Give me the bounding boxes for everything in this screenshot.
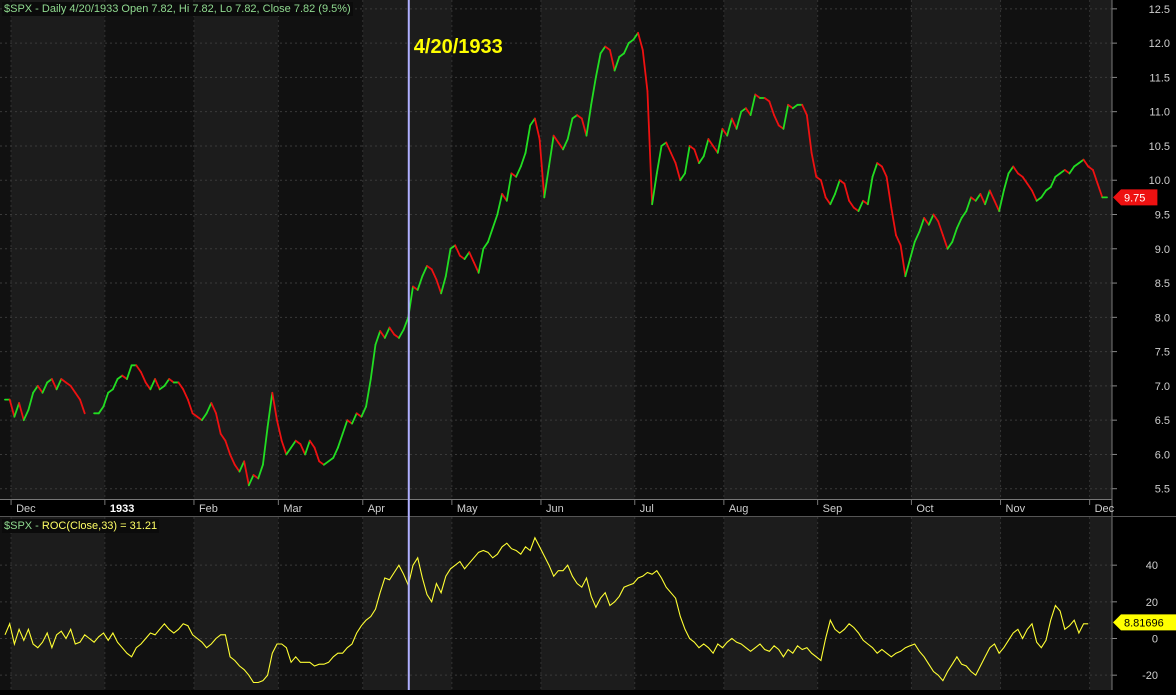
roc-tick-label: 0 — [1152, 634, 1158, 646]
last-price-badge-text: 9.75 — [1124, 192, 1145, 204]
price-month-band — [278, 0, 363, 499]
price-month-band — [723, 0, 818, 499]
price-tick-label: 8.0 — [1155, 312, 1170, 324]
price-tick-label: 11.0 — [1149, 107, 1170, 119]
price-tick-label: 7.5 — [1155, 347, 1170, 359]
month-label: Sep — [823, 503, 843, 515]
roc-month-band — [193, 517, 279, 690]
roc-month-band — [1000, 517, 1090, 690]
price-month-band — [11, 0, 105, 499]
month-label: Mar — [283, 503, 302, 515]
price-tick-label: 6.5 — [1155, 415, 1170, 427]
price-month-band — [0, 0, 12, 499]
chart-canvas: 5.5 6.0 6.5 7.0 7.5 8.0 8.5 9.0 9.5 10.0 10.5 11.0 1… — [0, 0, 1176, 690]
roc-month-band — [723, 517, 818, 690]
roc-month-band — [1089, 517, 1112, 690]
roc-month-band — [0, 517, 12, 690]
roc-month-band — [451, 517, 541, 690]
price-tick-label: 8.5 — [1155, 278, 1170, 290]
roc-month-band — [540, 517, 635, 690]
month-label: Dec — [16, 503, 36, 515]
month-label: Jul — [640, 503, 654, 515]
month-label: Aug — [729, 503, 749, 515]
price-tick-label: 10.5 — [1149, 141, 1170, 153]
price-tick-label: 12.5 — [1149, 4, 1170, 16]
roc-month-band — [634, 517, 724, 690]
month-label: Oct — [916, 503, 933, 515]
roc-header-value: ROC(Close,33) = 31.21 — [41, 520, 158, 532]
month-label: Jun — [546, 503, 564, 515]
background-bands — [0, 0, 1176, 690]
month-label: Apr — [368, 503, 385, 515]
roc-month-band — [104, 517, 194, 690]
roc-header-symbol: $SPX - — [4, 520, 42, 532]
roc-month-band — [911, 517, 1001, 690]
month-label: May — [457, 503, 478, 515]
date-marker-label: 4/20/1933 — [414, 36, 503, 58]
roc-month-band — [817, 517, 912, 690]
roc-tick-label: -20 — [1142, 670, 1158, 682]
price-month-band — [193, 0, 279, 499]
roc-pane-header: $SPX - ROC(Close,33) = 31.21 — [2, 519, 160, 533]
price-month-band — [104, 0, 194, 499]
chart-window: 5.5 6.0 6.5 7.0 7.5 8.0 8.5 9.0 9.5 10.0 10.5 11.0 1… — [0, 0, 1176, 690]
roc-month-band — [362, 517, 452, 690]
price-month-band — [634, 0, 724, 499]
roc-tick-label: 40 — [1146, 560, 1158, 572]
price-tick-label: 9.0 — [1155, 244, 1170, 256]
price-tick-label: 7.0 — [1155, 381, 1170, 393]
price-tick-label: 12.0 — [1149, 38, 1170, 50]
roc-month-band — [11, 517, 105, 690]
month-label: Feb — [199, 503, 218, 515]
roc-tick-label: 20 — [1146, 597, 1158, 609]
price-tick-label: 11.5 — [1149, 72, 1170, 84]
y-axis-area — [1112, 0, 1176, 690]
price-month-band — [1089, 0, 1112, 499]
price-pane-header: $SPX - Daily 4/20/1933 Open 7.82, Hi 7.8… — [2, 2, 353, 16]
price-tick-label: 10.0 — [1149, 175, 1170, 187]
price-month-band — [817, 0, 912, 499]
price-month-band — [911, 0, 1001, 499]
price-tick-label: 5.5 — [1155, 484, 1170, 496]
price-tick-label: 6.0 — [1155, 449, 1170, 461]
price-tick-label: 9.5 — [1155, 210, 1170, 222]
price-month-band — [362, 0, 452, 499]
price-month-band — [1000, 0, 1090, 499]
price-month-band — [451, 0, 541, 499]
month-label: 1933 — [110, 503, 134, 515]
month-label: Dec — [1095, 503, 1115, 515]
month-label: Nov — [1006, 503, 1026, 515]
price-month-band — [540, 0, 635, 499]
roc-last-badge-text: 8.81696 — [1124, 617, 1164, 629]
